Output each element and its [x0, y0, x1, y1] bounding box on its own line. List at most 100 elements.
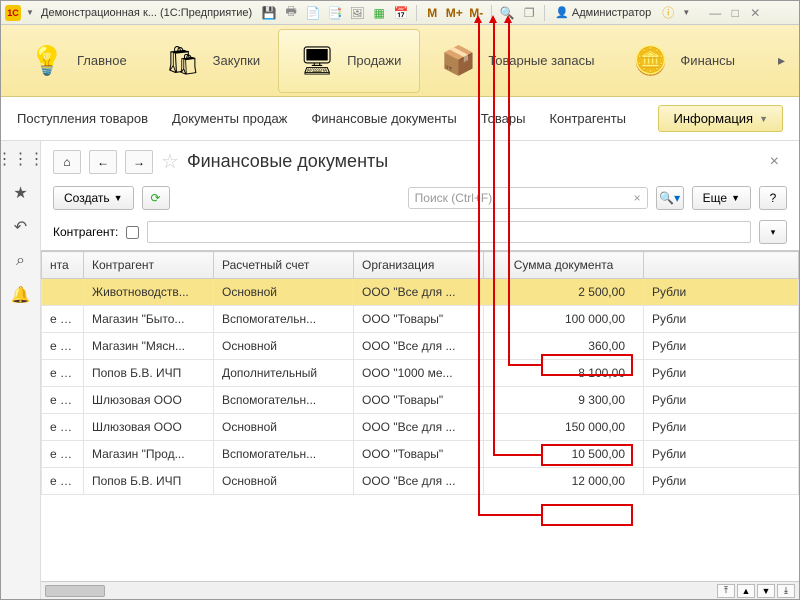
print-icon[interactable]: 🖶 [282, 4, 300, 22]
maximize-button[interactable]: □ [726, 4, 744, 22]
sections-more-icon[interactable]: ▸ [772, 52, 791, 69]
forward-button[interactable]: → [125, 150, 153, 174]
cell: е д... [42, 468, 84, 495]
doc-icon[interactable]: 📄 [304, 4, 322, 22]
table-row[interactable]: е д...Попов Б.В. ИЧПОсновнойООО "Все для… [42, 468, 799, 495]
apps-icon[interactable]: ⋮⋮⋮ [11, 149, 31, 169]
subnav-link[interactable]: Контрагенты [549, 111, 626, 126]
cell-currency: Рубли [644, 333, 799, 360]
section-label: Продажи [347, 53, 401, 68]
subnav-link[interactable]: Документы продаж [172, 111, 287, 126]
info-dropdown-icon[interactable]: ▼ [681, 8, 691, 18]
save-icon[interactable]: 💾 [260, 4, 278, 22]
memory-m-button[interactable]: M [423, 4, 441, 22]
table-row[interactable]: е д...Магазин "Прод...Вспомогательн...ОО… [42, 441, 799, 468]
col-header[interactable]: нта [42, 252, 84, 279]
section-purchases[interactable]: 🛍 Закупки [145, 29, 278, 93]
chevron-down-icon: ▼ [114, 193, 123, 203]
filter-checkbox[interactable] [126, 226, 139, 239]
col-header[interactable]: Контрагент [84, 252, 214, 279]
horizontal-scrollbar[interactable]: ⤒ ▲ ▼ ⤓ [41, 581, 799, 599]
scrollbar-thumb[interactable] [45, 585, 105, 597]
cell: е д... [42, 441, 84, 468]
separator [416, 5, 417, 21]
search-button[interactable]: 🔍▾ [656, 186, 684, 210]
minimize-button[interactable]: — [706, 4, 724, 22]
table-row[interactable]: Животноводств...ОсновнойООО "Все для ...… [42, 279, 799, 306]
cell-currency: Рубли [644, 414, 799, 441]
compare-icon[interactable]: 📑 [326, 4, 344, 22]
user-box[interactable]: 👤 Администратор [551, 6, 655, 19]
nav-last-icon[interactable]: ⤓ [777, 584, 795, 598]
nav-first-icon[interactable]: ⤒ [717, 584, 735, 598]
col-header[interactable]: Расчетный счет [214, 252, 354, 279]
cell-account: Дополнительный [214, 360, 354, 387]
content: ⌂ ← → ☆ Финансовые документы × Создать ▼… [41, 141, 799, 599]
filter-dropdown-button[interactable]: ▾ [759, 220, 787, 244]
col-header[interactable]: Сумма документа [484, 252, 644, 279]
section-finance[interactable]: 🪙 Финансы [612, 29, 753, 93]
cell-counterparty: Попов Б.В. ИЧП [84, 360, 214, 387]
cell-org: ООО "Все для ... [354, 279, 484, 306]
search-clear-icon[interactable]: × [634, 191, 641, 205]
table-row[interactable]: е д...Магазин "Быто...Вспомогательн...ОО… [42, 306, 799, 333]
window-icon[interactable]: ❐ [520, 4, 538, 22]
section-stock[interactable]: 📦 Товарные запасы [420, 29, 612, 93]
cell-sum: 9 300,00 [484, 387, 644, 414]
help-button[interactable]: ? [759, 186, 787, 210]
close-tab-button[interactable]: × [762, 153, 787, 171]
preview-icon[interactable]: 🖼 [348, 4, 366, 22]
chevron-down-icon: ▼ [731, 193, 740, 203]
cell-counterparty: Шлюзовая ООО [84, 414, 214, 441]
col-header[interactable] [644, 252, 799, 279]
refresh-button[interactable]: ⟳ [142, 186, 170, 210]
calendar-icon[interactable]: 📅 [392, 4, 410, 22]
toolbar: Создать ▼ ⟳ Поиск (Ctrl+F) × 🔍▾ Еще ▼ ? [41, 182, 799, 214]
more-button[interactable]: Еще ▼ [692, 186, 751, 210]
page-title: Финансовые документы [187, 151, 388, 172]
cell-currency: Рубли [644, 279, 799, 306]
close-button[interactable]: ✕ [746, 4, 764, 22]
subnav-link[interactable]: Поступления товаров [17, 111, 148, 126]
history-icon[interactable]: ↶ [11, 217, 31, 237]
app-menu-dropdown-icon[interactable]: ▼ [25, 8, 35, 18]
cell-counterparty: Животноводств... [84, 279, 214, 306]
more-label: Еще [703, 191, 727, 205]
cell-counterparty: Шлюзовая ООО [84, 387, 214, 414]
search-sidebar-icon[interactable]: ⌕ [11, 251, 31, 271]
col-header[interactable]: Организация [354, 252, 484, 279]
favorite-star-icon[interactable]: ☆ [161, 149, 179, 174]
back-button[interactable]: ← [89, 150, 117, 174]
calc-icon[interactable]: ▦ [370, 4, 388, 22]
zoom-icon[interactable]: 🔍 [498, 4, 516, 22]
info-button[interactable]: Информация ▼ [658, 105, 783, 132]
table-row[interactable]: е д...Попов Б.В. ИЧПДополнительныйООО "1… [42, 360, 799, 387]
notifications-icon[interactable]: 🔔 [11, 285, 31, 305]
cell-currency: Рубли [644, 468, 799, 495]
table-row[interactable]: е д...Шлюзовая ООООсновнойООО "Все для .… [42, 414, 799, 441]
nav-down-icon[interactable]: ▼ [757, 584, 775, 598]
section-label: Закупки [213, 53, 260, 68]
bag-icon: 🛍 [163, 41, 203, 81]
subnav-link[interactable]: Товары [481, 111, 526, 126]
table-row[interactable]: е д...Магазин "Мясн...ОсновнойООО "Все д… [42, 333, 799, 360]
separator [544, 5, 545, 21]
nav-up-icon[interactable]: ▲ [737, 584, 755, 598]
filter-label: Контрагент: [53, 225, 118, 239]
app-icon[interactable]: 1C [5, 5, 21, 21]
favorites-icon[interactable]: ★ [11, 183, 31, 203]
cell [42, 279, 84, 306]
search-input[interactable]: Поиск (Ctrl+F) × [408, 187, 648, 209]
memory-mplus-button[interactable]: M+ [445, 4, 463, 22]
subnav-link[interactable]: Финансовые документы [311, 111, 456, 126]
section-sales[interactable]: 🖥 Продажи [278, 29, 420, 93]
filter-select[interactable] [147, 221, 751, 243]
section-main[interactable]: 💡 Главное [9, 29, 145, 93]
cell-account: Основной [214, 468, 354, 495]
create-button[interactable]: Создать ▼ [53, 186, 134, 210]
info-icon[interactable]: ⓘ [659, 4, 677, 22]
home-button[interactable]: ⌂ [53, 150, 81, 174]
table-row[interactable]: е д...Шлюзовая ОООВспомогательн...ООО "Т… [42, 387, 799, 414]
memory-mminus-button[interactable]: M- [467, 4, 485, 22]
separator [491, 5, 492, 21]
